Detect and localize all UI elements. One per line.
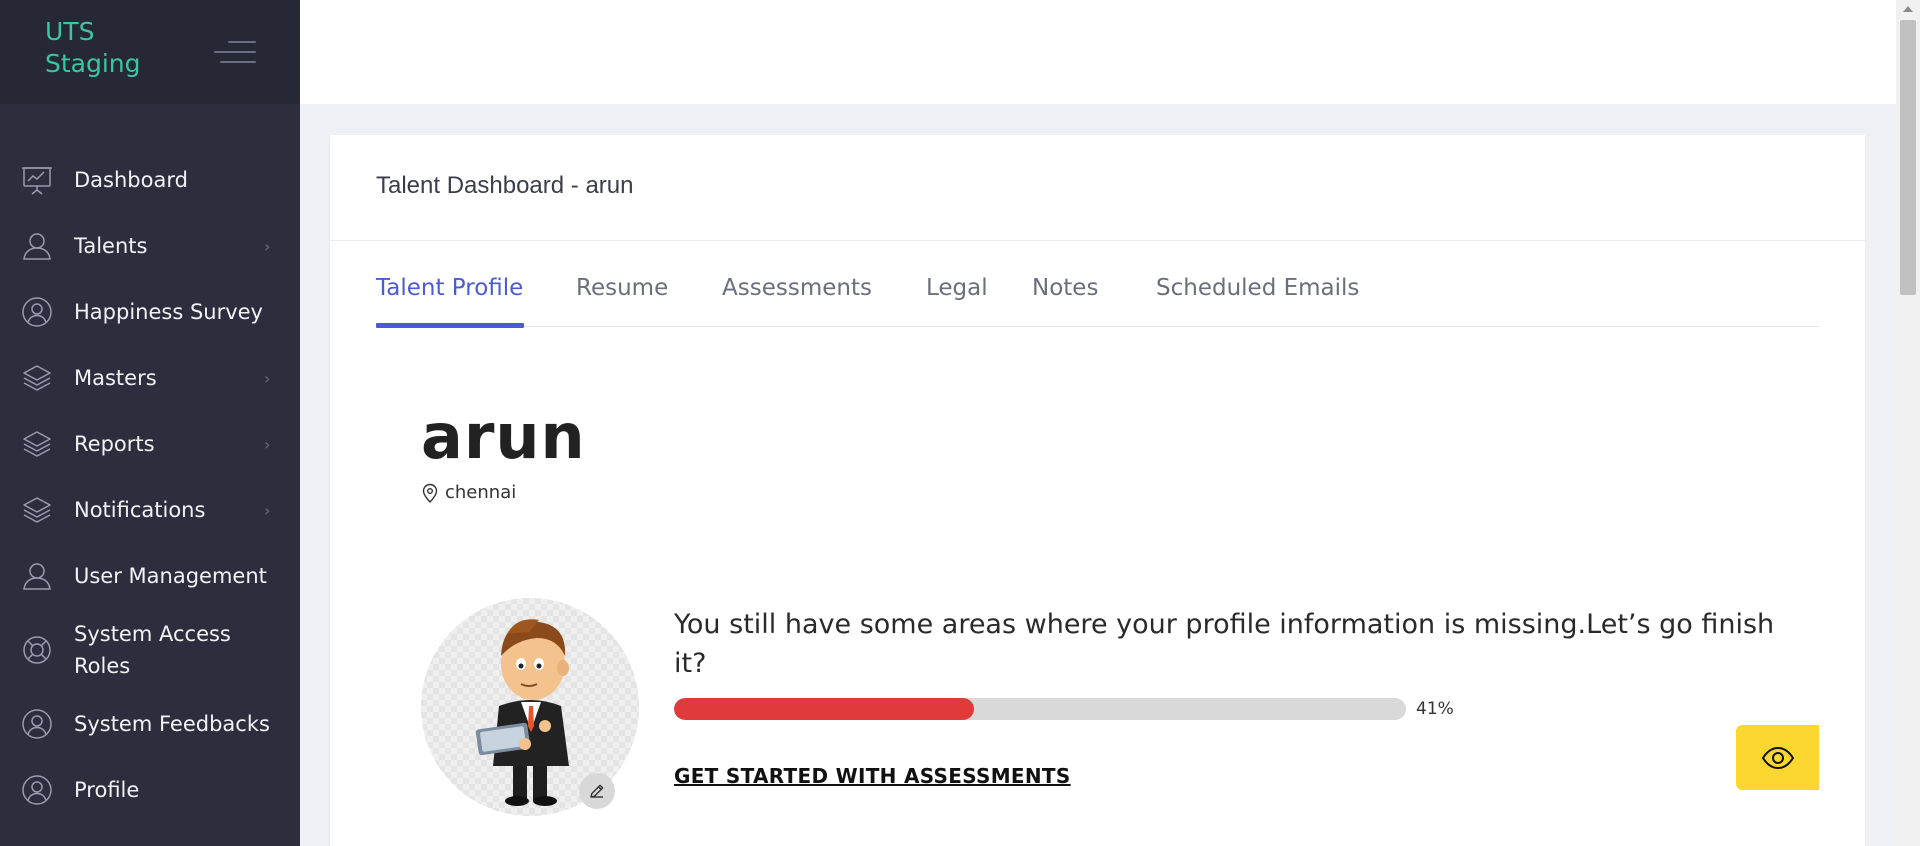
chevron-right-icon: ›: [264, 368, 271, 388]
tab-scheduled-emails[interactable]: Scheduled Emails: [1156, 275, 1359, 301]
page-scrollbar[interactable]: [1896, 0, 1920, 846]
tab-notes[interactable]: Notes: [1032, 275, 1098, 301]
edit-avatar-button[interactable]: [579, 773, 615, 809]
layers-icon: [21, 494, 53, 526]
menu-toggle-icon[interactable]: [214, 38, 256, 68]
presentation-chart-icon: [21, 164, 53, 196]
brand-header: UTS Staging: [0, 0, 300, 104]
profile-name: arun: [421, 400, 586, 473]
tab-bar: Talent Profile Resume Assessments Legal …: [376, 265, 1819, 328]
sidebar-item-label: User Management: [74, 564, 267, 588]
sidebar-item-label: Happiness Survey: [74, 300, 263, 324]
chevron-right-icon: ›: [264, 434, 271, 454]
user-icon: [21, 230, 53, 262]
sidebar: UTS Staging Dashboard Talents › Happines…: [0, 0, 300, 846]
tab-talent-profile[interactable]: Talent Profile: [376, 275, 523, 301]
top-header: [300, 0, 1896, 104]
sidebar-item-happiness-survey[interactable]: Happiness Survey: [0, 282, 300, 342]
chevron-right-icon: ›: [264, 236, 271, 256]
sidebar-item-talents[interactable]: Talents ›: [0, 216, 300, 276]
user-circle-icon: [21, 708, 53, 740]
location-text: chennai: [445, 482, 517, 503]
get-started-assessments-link[interactable]: GET STARTED WITH ASSESSMENTS: [674, 764, 1071, 788]
sidebar-item-masters[interactable]: Masters ›: [0, 348, 300, 408]
layers-icon: [21, 362, 53, 394]
sidebar-item-notifications[interactable]: Notifications ›: [0, 480, 300, 540]
profile-missing-message: You still have some areas where your pro…: [674, 609, 1775, 679]
sidebar-item-label: Talents: [74, 234, 148, 258]
sidebar-item-label: Reports: [74, 432, 155, 456]
sidebar-item-dashboard[interactable]: Dashboard: [0, 150, 300, 210]
view-button[interactable]: [1736, 725, 1819, 790]
lifebuoy-icon: [21, 634, 53, 666]
pencil-icon: [590, 784, 604, 798]
divider: [330, 240, 1865, 241]
map-pin-icon: [422, 483, 438, 503]
sidebar-item-label: System Feedbacks: [74, 712, 270, 736]
user-icon: [21, 560, 53, 592]
location: chennai: [421, 482, 516, 503]
sidebar-item-system-feedbacks[interactable]: System Feedbacks: [0, 694, 300, 754]
talent-dashboard-card: Talent Dashboard - arun Talent Profile R…: [330, 135, 1865, 846]
user-circle-icon: [21, 774, 53, 806]
user-circle-icon: [21, 296, 53, 328]
sidebar-item-label: Profile: [74, 778, 140, 802]
profile-completion-bar: [674, 698, 1406, 720]
profile-completion-text: 41%: [1416, 699, 1454, 719]
scroll-thumb[interactable]: [1900, 20, 1916, 295]
brand-title[interactable]: UTS Staging: [45, 16, 141, 80]
tab-resume[interactable]: Resume: [576, 275, 668, 301]
sidebar-item-label: Notifications: [74, 498, 206, 522]
scroll-up-arrow-icon[interactable]: [1903, 6, 1913, 12]
tab-assessments[interactable]: Assessments: [722, 275, 872, 301]
sidebar-item-label: Dashboard: [74, 168, 188, 192]
profile-completion-fill: [674, 698, 975, 720]
sidebar-item-profile[interactable]: Profile: [0, 760, 300, 820]
tab-legal[interactable]: Legal: [926, 275, 988, 301]
sidebar-item-label: Masters: [74, 366, 157, 390]
page-title: Talent Dashboard - arun: [376, 172, 634, 199]
sidebar-item-label: System Access Roles: [74, 622, 231, 678]
chevron-right-icon: ›: [264, 500, 271, 520]
sidebar-item-system-access-roles[interactable]: System Access Roles: [0, 612, 300, 688]
sidebar-item-reports[interactable]: Reports ›: [0, 414, 300, 474]
eye-icon: [1761, 746, 1794, 769]
layers-icon: [21, 428, 53, 460]
sidebar-item-user-management[interactable]: User Management: [0, 546, 300, 606]
active-tab-indicator: [376, 323, 524, 328]
